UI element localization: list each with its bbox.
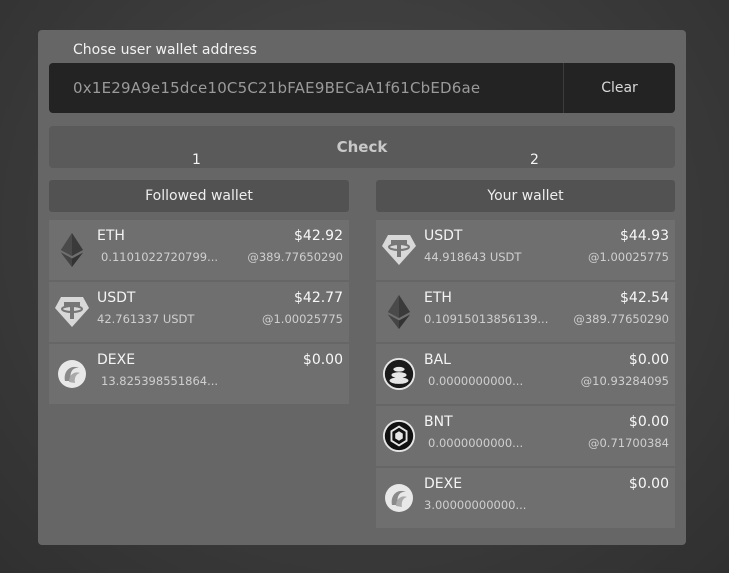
- wallet-address-input[interactable]: 0x1E29A9e15dce10C5C21bFAE9BECaA1f61CbED6…: [49, 63, 563, 113]
- token-price: @389.77650290: [247, 250, 343, 264]
- token-amount: 3.00000000000...: [424, 498, 527, 512]
- your-wallet-number: 2: [530, 152, 539, 168]
- token-row[interactable]: DEXE $0.00 3.00000000000...: [376, 468, 675, 530]
- token-amount: 0.10915013856139...: [424, 312, 549, 326]
- your-wallet-list: USDT $44.93 44.918643 USDT @1.00025775 ETH $4…: [376, 220, 675, 530]
- token-symbol: USDT: [97, 290, 136, 306]
- token-symbol: DEXE: [424, 476, 463, 492]
- token-row[interactable]: DEXE $0.00 13.825398551864...: [49, 344, 349, 406]
- token-row[interactable]: BAL $0.00 0.0000000000... @10.93284095: [376, 344, 675, 406]
- token-symbol: USDT: [424, 228, 463, 244]
- eth-icon: [382, 295, 416, 329]
- check-button[interactable]: Check: [49, 126, 675, 168]
- followed-wallet-header: Followed wallet: [49, 180, 349, 212]
- dexe-icon: [55, 357, 89, 391]
- token-symbol: ETH: [97, 228, 125, 244]
- token-symbol: DEXE: [97, 352, 136, 368]
- token-row[interactable]: USDT $42.77 42.761337 USDT @1.00025775: [49, 282, 349, 344]
- address-label: Chose user wallet address: [73, 42, 257, 58]
- token-amount: 42.761337 USDT: [97, 312, 195, 326]
- token-symbol: ETH: [424, 290, 452, 306]
- token-row[interactable]: ETH $42.54 0.10915013856139... @389.7765029…: [376, 282, 675, 344]
- token-amount: 0.1101022720799...: [101, 250, 219, 264]
- token-amount: 0.0000000000...: [428, 374, 524, 388]
- token-amount: 44.918643 USDT: [424, 250, 522, 264]
- token-price: @389.77650290: [573, 312, 669, 326]
- token-symbol: BAL: [424, 352, 451, 368]
- dexe-icon: [382, 481, 416, 515]
- token-row[interactable]: ETH $42.92 0.1101022720799... @389.77650290: [49, 220, 349, 282]
- token-price: @1.00025775: [587, 250, 669, 264]
- token-usd-value: $0.00: [302, 352, 343, 368]
- token-row[interactable]: BNT $0.00 0.0000000000... @0.71700384: [376, 406, 675, 468]
- token-price: @1.00025775: [261, 312, 343, 326]
- clear-button[interactable]: Clear: [563, 63, 675, 113]
- wallet-panel: Chose user wallet address 0x1E29A9e15dce…: [38, 30, 686, 545]
- token-usd-value: $0.00: [628, 476, 669, 492]
- token-price: @0.71700384: [587, 436, 669, 450]
- token-usd-value: $42.54: [620, 290, 669, 306]
- token-amount: 13.825398551864...: [101, 374, 219, 388]
- followed-wallet-list: ETH $42.92 0.1101022720799... @389.77650290…: [49, 220, 349, 406]
- your-wallet-header: Your wallet: [376, 180, 675, 212]
- token-symbol: BNT: [424, 414, 453, 430]
- bal-icon: [382, 357, 416, 391]
- eth-icon: [55, 233, 89, 267]
- token-usd-value: $42.77: [294, 290, 343, 306]
- usdt-icon: [382, 233, 416, 267]
- address-input-group: 0x1E29A9e15dce10C5C21bFAE9BECaA1f61CbED6…: [49, 63, 675, 113]
- token-amount: 0.0000000000...: [428, 436, 524, 450]
- token-usd-value: $0.00: [628, 414, 669, 430]
- token-usd-value: $42.92: [294, 228, 343, 244]
- followed-wallet-number: 1: [192, 152, 201, 168]
- token-price: @10.93284095: [580, 374, 669, 388]
- token-usd-value: $44.93: [620, 228, 669, 244]
- bnt-icon: [382, 419, 416, 453]
- token-usd-value: $0.00: [628, 352, 669, 368]
- usdt-icon: [55, 295, 89, 329]
- token-row[interactable]: USDT $44.93 44.918643 USDT @1.00025775: [376, 220, 675, 282]
